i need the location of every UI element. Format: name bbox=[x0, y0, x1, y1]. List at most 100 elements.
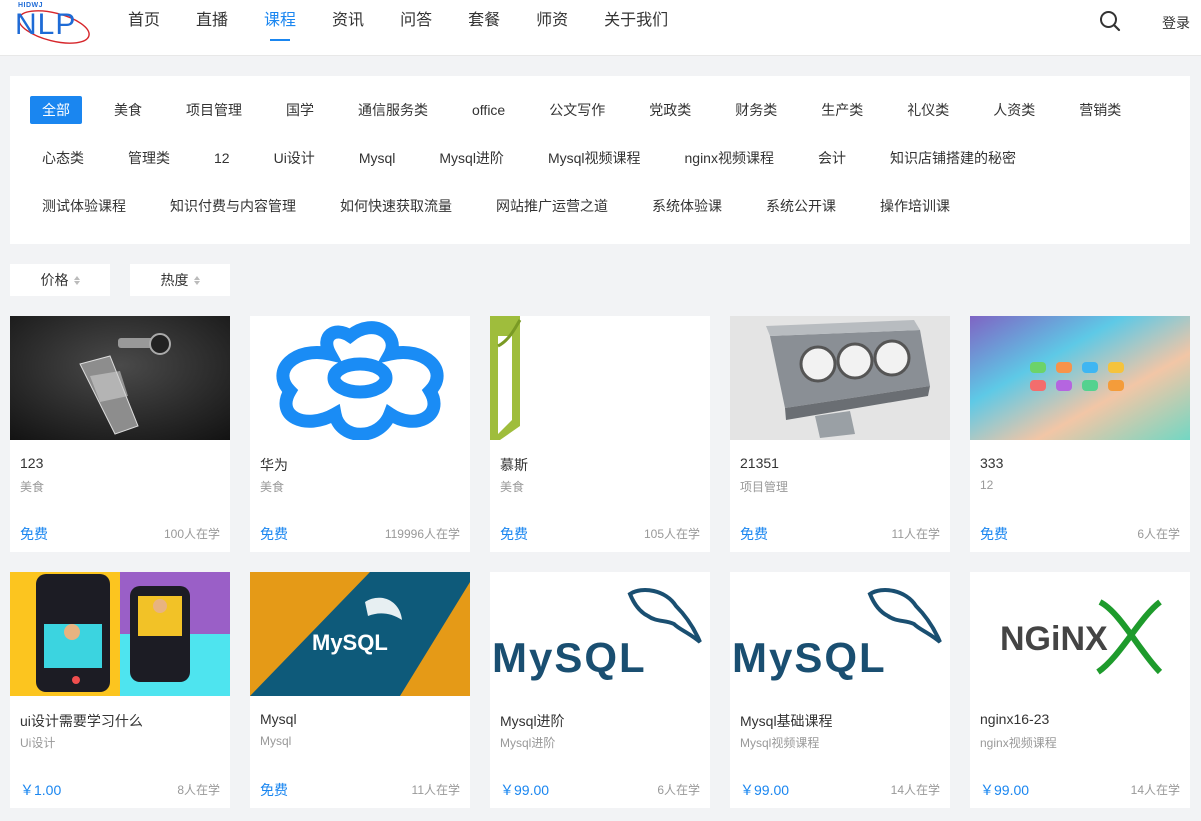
main-nav: 首页 直播 课程 资讯 问答 套餐 师资 关于我们 bbox=[110, 0, 686, 56]
course-thumbnail[interactable] bbox=[250, 316, 470, 440]
category-tag[interactable]: Mysql视频课程 bbox=[536, 144, 653, 172]
category-tag[interactable]: nginx视频课程 bbox=[673, 144, 786, 172]
course-card[interactable]: 21351 项目管理 免费 11人在学 bbox=[730, 316, 950, 552]
course-title[interactable]: 华为 bbox=[260, 455, 288, 475]
category-tag[interactable]: 系统公开课 bbox=[754, 192, 848, 220]
course-thumbnail[interactable]: MySQL bbox=[250, 572, 470, 696]
mysql-logo-text: MySQL bbox=[492, 634, 647, 681]
course-price: ￥99.00 bbox=[740, 782, 790, 798]
course-learner-count: 105人在学 bbox=[643, 527, 700, 541]
course-thumbnail[interactable] bbox=[490, 316, 710, 440]
nav-item[interactable]: 资讯 bbox=[314, 0, 382, 56]
course-title[interactable]: nginx16-23 bbox=[980, 711, 1049, 727]
category-tag[interactable]: 会计 bbox=[806, 144, 858, 172]
category-tag[interactable]: 生产类 bbox=[809, 96, 875, 124]
top-header: HIDWJ NLP 首页 直播 课程 资讯 问答 套餐 师资 关于我们 登录 bbox=[0, 0, 1201, 56]
category-tag[interactable]: Ui设计 bbox=[262, 144, 327, 172]
course-category: Mysql bbox=[260, 734, 292, 748]
category-tag[interactable]: 知识付费与内容管理 bbox=[158, 192, 308, 220]
logo-text: NLP bbox=[15, 8, 77, 41]
course-card[interactable]: 333 12 免费 6人在学 bbox=[970, 316, 1190, 552]
course-card[interactable]: MySQL Mysql进阶 Mysql进阶 ￥99.00 6人在学 bbox=[490, 572, 710, 808]
course-thumbnail[interactable] bbox=[10, 316, 230, 440]
course-title[interactable]: Mysql进阶 bbox=[500, 711, 565, 731]
course-thumbnail[interactable]: MySQL bbox=[730, 572, 950, 696]
course-title[interactable]: 333 bbox=[980, 455, 1003, 471]
category-tag[interactable]: office bbox=[460, 96, 517, 124]
category-tag[interactable]: 操作培训课 bbox=[868, 192, 962, 220]
course-card[interactable]: MySQL Mysql基础课程 Mysql视频课程 ￥99.00 14人在学 bbox=[730, 572, 950, 808]
category-tag[interactable]: 项目管理 bbox=[174, 96, 254, 124]
nav-item[interactable]: 首页 bbox=[110, 0, 178, 56]
course-category: 美食 bbox=[20, 480, 45, 494]
category-tag[interactable]: 系统体验课 bbox=[640, 192, 734, 220]
nav-item[interactable]: 关于我们 bbox=[586, 0, 686, 56]
category-tag[interactable]: 公文写作 bbox=[537, 96, 617, 124]
course-learner-count: 11人在学 bbox=[891, 527, 940, 541]
category-tag[interactable]: 心态类 bbox=[30, 144, 96, 172]
course-price: ￥99.00 bbox=[500, 782, 550, 798]
category-tag[interactable]: 礼仪类 bbox=[895, 96, 961, 124]
login-link[interactable]: 登录 bbox=[1162, 13, 1190, 33]
course-title[interactable]: 21351 bbox=[740, 455, 779, 471]
course-title[interactable]: 慕斯 bbox=[500, 455, 528, 475]
category-tag[interactable]: Mysql bbox=[347, 144, 408, 172]
course-title[interactable]: 123 bbox=[20, 455, 43, 471]
course-title[interactable]: Mysql基础课程 bbox=[740, 711, 833, 731]
sort-price-label: 价格 bbox=[40, 272, 69, 288]
course-category: Ui设计 bbox=[20, 736, 56, 750]
course-thumbnail[interactable] bbox=[10, 572, 230, 696]
sort-arrows-icon bbox=[193, 275, 200, 285]
category-tag[interactable]: 通信服务类 bbox=[346, 96, 440, 124]
course-learner-count: 6人在学 bbox=[657, 783, 700, 797]
category-tag[interactable]: Mysql进阶 bbox=[427, 144, 516, 172]
course-category: 12 bbox=[980, 478, 994, 492]
course-category: Mysql进阶 bbox=[500, 736, 556, 750]
course-thumbnail[interactable] bbox=[730, 316, 950, 440]
course-price: 免费 bbox=[260, 526, 288, 542]
nlp-logo[interactable]: HIDWJ NLP bbox=[12, 2, 92, 48]
category-filter-panel: 全部 美食 项目管理 国学 通信服务类 office 公文写作 党政类 财务类 生产类 礼仪类 人资类… bbox=[10, 76, 1190, 244]
category-tag[interactable]: 人资类 bbox=[981, 96, 1047, 124]
nav-item[interactable]: 师资 bbox=[518, 0, 586, 56]
course-thumbnail[interactable]: NGiNX bbox=[970, 572, 1190, 696]
sort-by-price-button[interactable]: 价格 bbox=[10, 264, 110, 296]
category-tag[interactable]: 营销类 bbox=[1067, 96, 1133, 124]
category-tag[interactable]: 12 bbox=[202, 144, 242, 172]
category-tag[interactable]: 如何快速获取流量 bbox=[328, 192, 464, 220]
course-card[interactable]: NGiNX nginx16-23 nginx视频课程 ￥99.00 14人在学 bbox=[970, 572, 1190, 808]
course-price: 免费 bbox=[260, 782, 288, 798]
category-tag[interactable]: 财务类 bbox=[723, 96, 789, 124]
category-tag[interactable]: 党政类 bbox=[637, 96, 703, 124]
search-icon[interactable] bbox=[1099, 10, 1121, 32]
nav-item[interactable]: 直播 bbox=[178, 0, 246, 56]
category-tag[interactable]: 网站推广运营之道 bbox=[484, 192, 620, 220]
course-category: Mysql视频课程 bbox=[740, 736, 820, 750]
nav-item[interactable]: 问答 bbox=[382, 0, 450, 56]
category-tag[interactable]: 国学 bbox=[274, 96, 326, 124]
category-tag[interactable]: 测试体验课程 bbox=[30, 192, 138, 220]
course-title[interactable]: Mysql bbox=[260, 711, 297, 727]
course-title[interactable]: ui设计需要学习什么 bbox=[20, 711, 143, 731]
category-tag[interactable]: 全部 bbox=[30, 96, 82, 124]
course-card[interactable]: MySQL Mysql Mysql 免费 11人在学 bbox=[250, 572, 470, 808]
nav-item[interactable]: 套餐 bbox=[450, 0, 518, 56]
course-category: 项目管理 bbox=[740, 480, 789, 494]
course-card[interactable]: 华为 美食 免费 119996人在学 bbox=[250, 316, 470, 552]
sort-hot-label: 热度 bbox=[160, 272, 189, 288]
course-price: 免费 bbox=[740, 526, 768, 542]
nav-item[interactable]: 课程 bbox=[246, 0, 314, 56]
course-learner-count: 14人在学 bbox=[1130, 783, 1180, 797]
category-tag[interactable]: 知识店铺搭建的秘密 bbox=[878, 144, 1028, 172]
course-thumbnail[interactable] bbox=[970, 316, 1190, 440]
course-grid: 123 美食 免费 100人在学 华为 美食 免费 119996人在学 慕斯 美… bbox=[10, 316, 1190, 808]
course-card[interactable]: 慕斯 美食 免费 105人在学 bbox=[490, 316, 710, 552]
course-thumbnail[interactable]: MySQL bbox=[490, 572, 710, 696]
course-card[interactable]: ui设计需要学习什么 Ui设计 ￥1.00 8人在学 bbox=[10, 572, 230, 808]
category-tag[interactable]: 管理类 bbox=[116, 144, 182, 172]
course-learner-count: 14人在学 bbox=[890, 783, 940, 797]
course-category: nginx视频课程 bbox=[980, 736, 1057, 750]
category-tag[interactable]: 美食 bbox=[102, 96, 154, 124]
sort-by-hot-button[interactable]: 热度 bbox=[130, 264, 230, 296]
course-card[interactable]: 123 美食 免费 100人在学 bbox=[10, 316, 230, 552]
